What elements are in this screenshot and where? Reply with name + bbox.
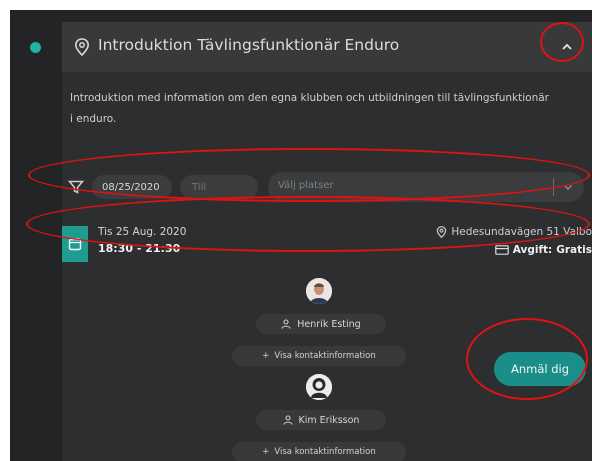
filter-row: Välj platser — [62, 170, 592, 204]
show-contact-info-label: Visa kontaktinformation — [274, 351, 376, 361]
show-contact-info-button[interactable]: + Visa kontaktinformation — [232, 442, 406, 461]
event-description: Introduktion med information om den egna… — [70, 92, 549, 125]
contact-name-badge: Kim Eriksson — [256, 410, 386, 430]
contact-name: Kim Eriksson — [298, 414, 360, 426]
event-title: Introduktion Tävlingsfunktionär Enduro — [98, 36, 400, 54]
chevron-up-icon — [562, 43, 572, 50]
show-contact-info-button[interactable]: + Visa kontaktinformation — [232, 346, 406, 366]
occasion-row: Tis 25 Aug. 2020 18:30 - 21:30 Hedesunda… — [62, 218, 592, 268]
place-select[interactable]: Välj platser — [268, 172, 584, 202]
person-icon — [282, 415, 293, 425]
place-select-separator — [553, 178, 554, 196]
person-icon — [281, 319, 291, 329]
event-card-header[interactable]: Introduktion Tävlingsfunktionär Enduro — [62, 22, 592, 72]
avatar-photo-icon — [306, 278, 332, 304]
signup-button[interactable]: Anmäl dig — [494, 352, 586, 386]
calendar-icon — [68, 238, 82, 251]
calendar-icon-box — [62, 226, 88, 262]
funnel-icon — [68, 180, 84, 194]
occasion-date: Tis 25 Aug. 2020 — [98, 226, 187, 238]
contact-name: Henrik Esting — [297, 318, 361, 330]
occasion-fee: Avgift: Gratis — [494, 244, 592, 256]
plus-icon: + — [262, 447, 270, 457]
occasion-time: 18:30 - 21:30 — [98, 242, 181, 255]
occasion-fee-value: Gratis — [556, 244, 592, 256]
credit-card-icon — [494, 245, 509, 255]
event-card: Introduktion Tävlingsfunktionär Enduro I… — [62, 22, 592, 461]
contact-name-badge: Henrik Esting — [256, 314, 386, 334]
occasion-address-text: Hedesundavägen 51 Valbo — [451, 226, 592, 238]
avatar — [306, 278, 332, 304]
place-select-placeholder: Välj platser — [278, 180, 334, 191]
avatar — [306, 374, 332, 400]
occasion-fee-label: Avgift: — [512, 244, 553, 256]
date-to-input[interactable] — [180, 175, 258, 199]
occasion-address: Hedesundavägen 51 Valbo — [436, 226, 592, 238]
plus-icon: + — [262, 351, 270, 361]
show-contact-info-label: Visa kontaktinformation — [274, 447, 376, 457]
map-pin-icon — [437, 226, 447, 238]
map-pin-icon — [74, 38, 90, 56]
avatar-placeholder-icon — [306, 374, 332, 400]
timeline-dot — [30, 42, 41, 53]
page-background: Introduktion Tävlingsfunktionär Enduro I… — [10, 10, 592, 461]
chevron-down-icon[interactable] — [562, 181, 574, 193]
collapse-button[interactable] — [556, 36, 578, 58]
date-from-input[interactable] — [92, 175, 172, 199]
